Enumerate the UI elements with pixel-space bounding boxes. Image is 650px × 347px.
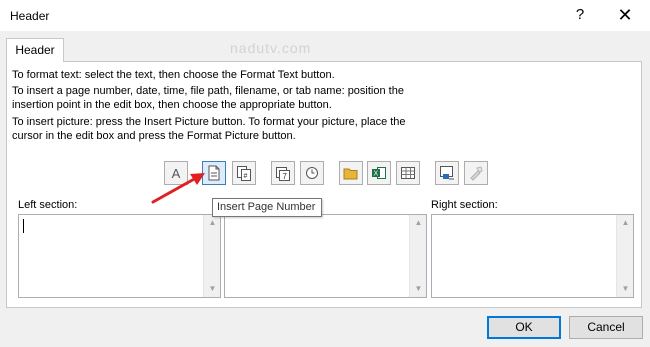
window-title: Header [10, 9, 50, 23]
picture-icon [440, 166, 454, 180]
instruction-line: To insert picture: press the Insert Pict… [12, 116, 406, 128]
insert-file-path-button[interactable] [339, 161, 363, 185]
calendar-icon: 7 [276, 167, 290, 181]
svg-text:7: 7 [283, 172, 288, 181]
scrollbar[interactable]: ▲ ▼ [203, 215, 220, 297]
scroll-down-icon[interactable]: ▼ [617, 281, 634, 297]
insert-number-of-pages-button[interactable]: # [232, 161, 256, 185]
excel-file-icon: X [372, 167, 386, 179]
svg-text:X: X [374, 171, 379, 178]
title-bar: Header ? ✕ [0, 0, 650, 32]
right-section-label: Right section: [431, 199, 498, 211]
help-button[interactable]: ? [570, 5, 590, 25]
insert-file-name-button[interactable]: X [367, 161, 391, 185]
tooltip: Insert Page Number [212, 198, 322, 217]
insert-sheet-name-button[interactable] [396, 161, 420, 185]
scrollbar[interactable]: ▲ ▼ [616, 215, 633, 297]
scrollbar[interactable]: ▲ ▼ [409, 215, 426, 297]
text-caret [23, 219, 24, 233]
insert-time-button[interactable] [300, 161, 324, 185]
scroll-up-icon[interactable]: ▲ [617, 215, 634, 231]
center-section-input[interactable]: ▲ ▼ [224, 214, 427, 298]
scroll-up-icon[interactable]: ▲ [204, 215, 221, 231]
clock-icon [306, 167, 318, 179]
scroll-down-icon[interactable]: ▼ [410, 281, 427, 297]
scroll-down-icon[interactable]: ▼ [204, 281, 221, 297]
insert-date-button[interactable]: 7 [271, 161, 295, 185]
annotation-arrow [151, 173, 205, 204]
folder-icon [343, 168, 358, 180]
number-of-pages-icon: # [237, 166, 251, 181]
left-section-input[interactable]: ▲ ▼ [18, 214, 221, 298]
tab-header[interactable]: Header [6, 38, 64, 62]
format-picture-icon [470, 166, 483, 181]
left-section-label: Left section: [18, 199, 78, 211]
right-section-input[interactable]: ▲ ▼ [431, 214, 634, 298]
svg-text:#: # [244, 173, 248, 180]
watermark: nadutv.com [230, 40, 312, 56]
ok-button[interactable]: OK [487, 316, 561, 339]
instruction-line: insertion point in the edit box, then ch… [12, 99, 332, 111]
format-picture-button[interactable] [464, 161, 488, 185]
close-button[interactable]: ✕ [612, 4, 638, 26]
insert-picture-button[interactable] [435, 161, 459, 185]
scroll-up-icon[interactable]: ▲ [410, 215, 427, 231]
instruction-line: To insert a page number, date, time, fil… [12, 85, 404, 97]
sheet-grid-icon [401, 167, 415, 179]
cancel-button[interactable]: Cancel [569, 316, 643, 339]
instruction-line: cursor in the edit box and press the For… [12, 130, 296, 142]
instruction-line: To format text: select the text, then ch… [12, 69, 335, 81]
